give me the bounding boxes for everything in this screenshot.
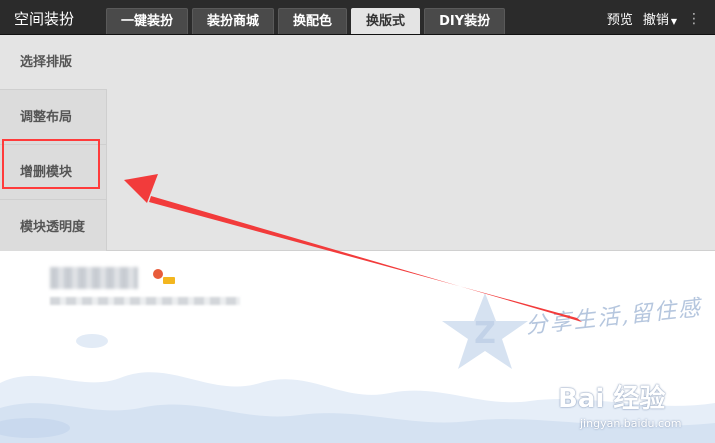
- sidebar-item-add-remove-modules[interactable]: 增删模块: [0, 145, 107, 200]
- tab-change-color[interactable]: 换配色: [278, 8, 348, 34]
- layout-sidebar: 选择排版 调整布局 增删模块 模块透明度: [0, 35, 107, 255]
- baidu-watermark-url: jingyan.baidu.com: [580, 417, 682, 430]
- tab-one-click-decorate[interactable]: 一键装扮: [106, 8, 189, 34]
- more-icon[interactable]: ⋮: [687, 11, 701, 27]
- vip-tag-icon: [163, 277, 175, 284]
- layout-panel: 选择排版 调整布局 增删模块 模块透明度: [0, 35, 715, 255]
- sidebar-item-adjust-layout[interactable]: 调整布局: [0, 90, 107, 145]
- app-title: 空间装扮: [14, 10, 75, 28]
- tab-bar: 一键装扮 装扮商城 换配色 换版式 DIY装扮: [106, 8, 506, 34]
- tab-diy-decorate[interactable]: DIY装扮: [424, 8, 506, 34]
- preview-button[interactable]: 预览: [607, 9, 633, 28]
- top-actions: 预览 撤销 ▼ ⋮: [607, 9, 701, 29]
- blurred-info-line: [50, 297, 240, 305]
- undo-label: 撤销: [642, 13, 669, 28]
- caret-down-icon: ▼: [670, 17, 677, 26]
- sidebar-item-choose-layout[interactable]: 选择排版: [0, 35, 107, 90]
- tab-decoration-mall[interactable]: 装扮商城: [192, 8, 275, 34]
- baidu-watermark: Bai 经验: [558, 384, 666, 414]
- fruit-badge-icon: [153, 269, 163, 279]
- space-preview: Z 分享生活,留住感 Bai 经验 jingyan.baidu.com: [0, 251, 715, 443]
- top-bar: 空间装扮 一键装扮 装扮商城 换配色 换版式 DIY装扮 预览 撤销 ▼ ⋮: [0, 0, 715, 35]
- tab-change-layout[interactable]: 换版式: [351, 8, 421, 34]
- undo-button[interactable]: 撤销 ▼: [643, 9, 677, 28]
- sidebar-item-module-transparency[interactable]: 模块透明度: [0, 200, 107, 255]
- blurred-username: [50, 267, 138, 289]
